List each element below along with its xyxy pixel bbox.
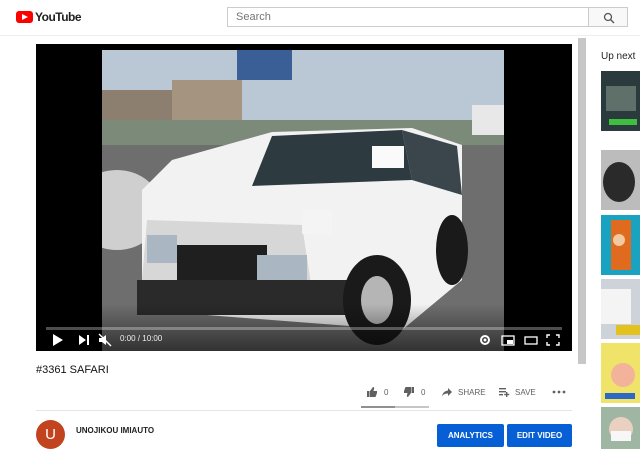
youtube-play-icon — [16, 11, 33, 23]
up-next-thumbnail-1[interactable] — [601, 71, 640, 131]
settings-icon[interactable] — [479, 333, 491, 347]
channel-name[interactable]: UNOJIKOU IMIAUTO — [76, 426, 154, 435]
up-next-thumbnail-4[interactable] — [601, 279, 640, 339]
page-scrollbar[interactable] — [578, 38, 586, 364]
playlist-add-icon — [499, 388, 510, 397]
more-actions-button[interactable] — [552, 386, 566, 398]
dislike-button[interactable]: 0 — [403, 386, 425, 398]
channel-avatar[interactable]: U — [36, 420, 65, 449]
up-next-label: Up next — [601, 51, 636, 62]
like-button[interactable]: 0 — [366, 386, 388, 398]
next-icon[interactable] — [78, 333, 90, 347]
thumbs-up-icon — [367, 387, 377, 397]
more-horizontal-icon — [552, 390, 566, 394]
up-next-thumbnail-3[interactable] — [601, 215, 640, 275]
top-bar: YouTube — [0, 0, 640, 36]
youtube-logo[interactable]: YouTube — [16, 10, 82, 24]
analytics-button[interactable]: ANALYTICS — [437, 424, 504, 447]
play-icon[interactable] — [52, 333, 64, 347]
search-icon — [603, 12, 615, 24]
up-next-thumbnail-6[interactable] — [601, 407, 640, 449]
up-next-thumbnail-2[interactable] — [601, 150, 640, 210]
up-next-thumbnail-5[interactable] — [601, 343, 640, 403]
fullscreen-icon[interactable] — [546, 333, 560, 347]
save-button[interactable]: SAVE — [498, 386, 536, 398]
video-title: #3361 SAFARI — [36, 364, 109, 376]
search-input[interactable] — [227, 7, 589, 27]
mute-icon[interactable] — [98, 333, 112, 347]
save-label: SAVE — [515, 387, 536, 397]
theater-mode-icon[interactable] — [524, 333, 538, 347]
thumbs-down-icon — [404, 387, 414, 397]
miniplayer-icon[interactable] — [501, 333, 515, 347]
search-button[interactable] — [588, 7, 628, 27]
like-count: 0 — [384, 387, 389, 397]
time-display: 0:00 / 10:00 — [120, 334, 163, 343]
share-icon — [442, 388, 452, 397]
progress-bar[interactable] — [46, 327, 562, 330]
share-label: SHARE — [458, 387, 486, 397]
like-ratio-bar — [361, 406, 429, 408]
divider — [36, 410, 572, 411]
share-button[interactable]: SHARE — [441, 386, 486, 398]
edit-video-button[interactable]: EDIT VIDEO — [507, 424, 572, 447]
video-player[interactable]: 0:00 / 10:00 — [36, 44, 572, 351]
logo-text: YouTube — [35, 10, 82, 24]
dislike-count: 0 — [421, 387, 426, 397]
